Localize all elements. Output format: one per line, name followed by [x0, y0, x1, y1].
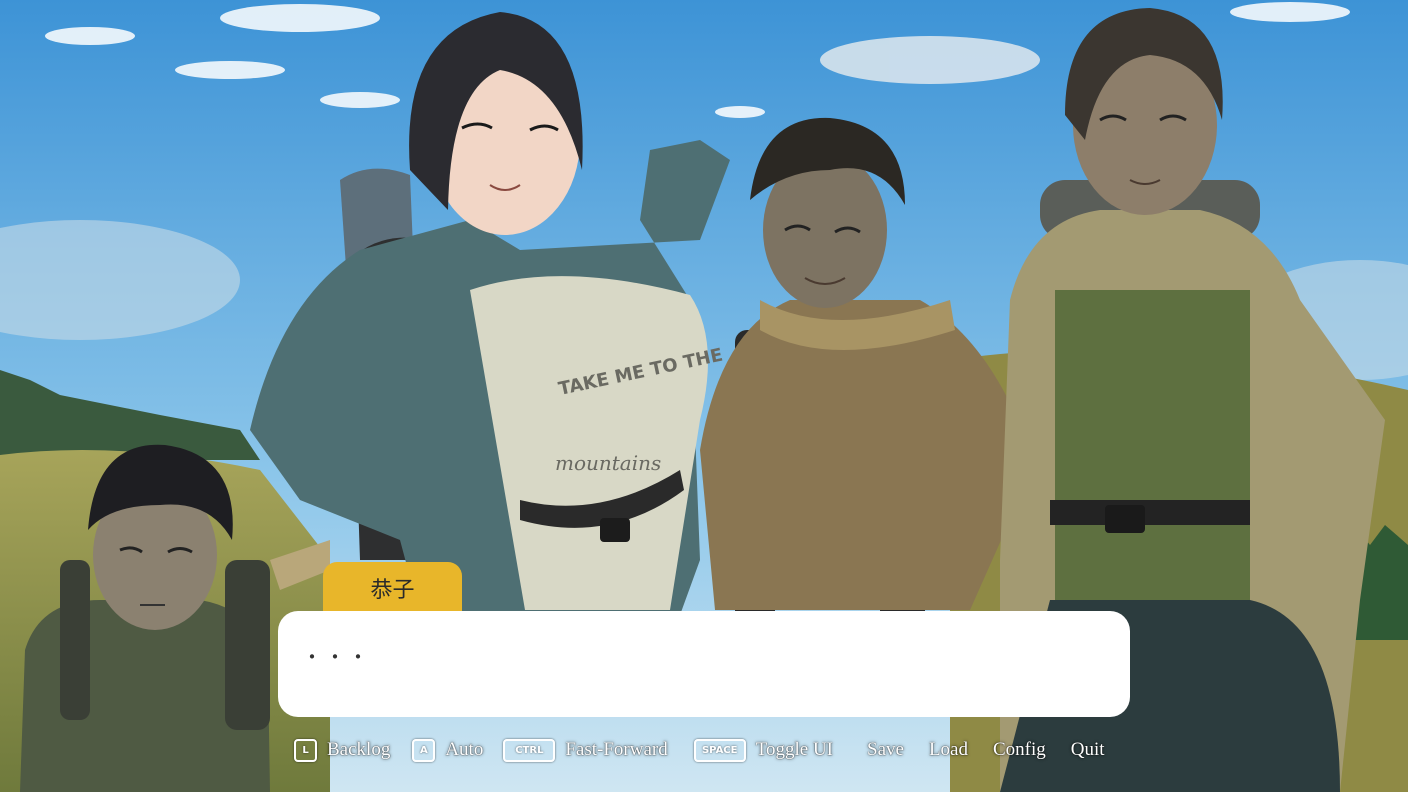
speaker-name: 恭子: [370, 578, 415, 603]
toggle-ui-button[interactable]: SPACE Toggle UI: [693, 738, 834, 762]
config-button[interactable]: Config: [993, 739, 1046, 761]
load-button[interactable]: Load: [929, 739, 968, 761]
svg-text:mountains: mountains: [555, 451, 661, 475]
save-label: Save: [867, 739, 904, 760]
fast-forward-label: Fast-Forward: [565, 739, 668, 760]
l-key-icon: L: [294, 738, 317, 762]
save-button[interactable]: Save: [867, 739, 904, 761]
fast-forward-button[interactable]: CTRL Fast-Forward: [503, 738, 668, 762]
toggle-ui-label: Toggle UI: [755, 739, 834, 760]
ctrl-key-icon: CTRL: [503, 738, 556, 762]
quit-label: Quit: [1070, 739, 1105, 760]
space-key-icon: SPACE: [693, 738, 746, 762]
auto-label: Auto: [445, 739, 484, 760]
backlog-label: Backlog: [327, 739, 391, 760]
auto-button[interactable]: A Auto: [412, 738, 484, 762]
dialogue-box[interactable]: ・・・: [278, 611, 1130, 717]
a-key-icon: A: [412, 738, 436, 762]
load-label: Load: [928, 739, 968, 760]
backlog-button[interactable]: L Backlog: [294, 738, 391, 762]
speaker-nametag: 恭子: [323, 562, 462, 614]
config-label: Config: [993, 739, 1046, 760]
quick-menu: L Backlog A Auto CTRL Fast-Forward SPACE…: [294, 736, 1105, 764]
quit-button[interactable]: Quit: [1071, 739, 1105, 761]
dialogue-text: ・・・: [302, 645, 371, 669]
